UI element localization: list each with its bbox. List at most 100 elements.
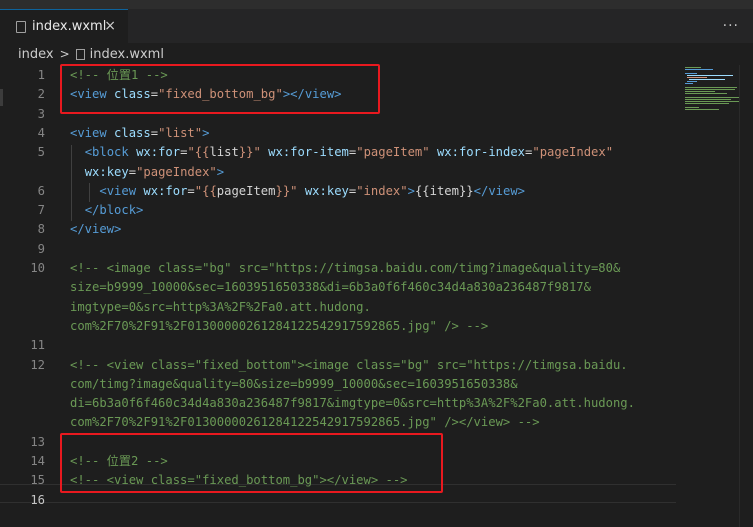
code-text: <view wx:for="{{pageItem}}" wx:key="inde… — [70, 182, 525, 201]
breadcrumb-folder[interactable]: index — [18, 47, 54, 62]
code-token: <!-- <view class="fixed_bottom"><image c… — [70, 357, 628, 372]
tab-label: index.wxml — [32, 19, 107, 34]
line-number — [0, 413, 45, 432]
line-number: 4 — [37, 125, 45, 140]
code-text: <view class="list"> — [70, 124, 209, 143]
line-number: 10 — [30, 261, 45, 275]
code-token: pageItem — [216, 183, 276, 198]
tab-index-wxml[interactable]: index.wxml × — [0, 9, 128, 43]
line-number: 14 — [30, 454, 45, 468]
code-token: "pageIndex" — [532, 145, 614, 160]
code-token: wx:key — [304, 183, 349, 198]
code-line[interactable]: 16 — [0, 491, 676, 510]
code-line[interactable]: imgtype=0&src=http%3A%2F%2Fa0.att.hudong… — [0, 298, 676, 317]
code-token: </view> — [70, 222, 122, 237]
code-token: = — [128, 164, 137, 179]
code-line[interactable]: 8 </view> — [0, 220, 676, 239]
code-token: wx:for-item — [268, 145, 349, 160]
code-token: }}" — [238, 145, 261, 160]
line-number: 6 — [37, 183, 45, 198]
code-line[interactable]: wx:key="pageIndex"> — [0, 163, 676, 182]
file-icon — [75, 48, 85, 60]
line-number — [0, 317, 45, 336]
code-token: wx:for — [136, 145, 181, 160]
line-number: 16 — [30, 492, 45, 507]
line-number: 7 — [37, 203, 45, 218]
code-line[interactable]: 9 — [0, 240, 676, 259]
more-actions-icon[interactable]: ··· — [723, 18, 739, 34]
close-icon[interactable]: × — [104, 18, 116, 34]
code-text: <!-- <image class="bg" src="https://timg… — [70, 259, 620, 278]
line-number: 15 — [30, 473, 45, 488]
code-token: imgtype=0&src=http%3A%2F%2Fa0.att.hudong… — [70, 299, 371, 314]
code-line[interactable]: 4 <view class="list"> — [0, 124, 676, 143]
line-number: 2 — [37, 87, 45, 102]
window-top-strip — [0, 0, 753, 9]
code-text: </block> — [70, 201, 144, 220]
code-token: </view> — [473, 183, 526, 198]
code-line[interactable]: 10 <!-- <image class="bg" src="https://ti… — [0, 259, 676, 278]
code-text: wx:key="pageIndex"> — [70, 163, 224, 182]
code-token: <!-- <image class="bg" src="https://timg… — [70, 261, 621, 275]
code-token: {{item}} — [414, 183, 474, 198]
line-number — [0, 163, 45, 182]
code-line[interactable]: 6 <view wx:for="{{pageItem}}" wx:key="in… — [0, 182, 676, 201]
code-line[interactable]: 11 — [0, 336, 676, 355]
code-text: di=6b3a0f6f460c34d4a830a236487f9817&imgt… — [70, 394, 635, 413]
code-line[interactable]: 7 </block> — [0, 201, 676, 220]
line-number: 13 — [30, 434, 45, 449]
tab-bar: index.wxml × ··· — [0, 9, 753, 43]
code-token: "index" — [356, 183, 408, 198]
code-line[interactable]: size=b9999_10000&sec=1603951650338&di=6b… — [0, 278, 676, 297]
code-token: wx:key — [84, 164, 129, 179]
line-number — [0, 375, 45, 394]
minimap[interactable] — [679, 65, 739, 125]
breadcrumb-file[interactable]: index.wxml — [90, 47, 164, 62]
indent-guide — [71, 145, 72, 221]
vertical-scrollbar[interactable] — [739, 65, 753, 527]
code-token: "pageIndex" — [136, 164, 217, 179]
code-token: > — [202, 125, 210, 140]
code-text: <!-- <view class="fixed_bottom"><image c… — [70, 356, 628, 375]
code-token: di=6b3a0f6f460c34d4a830a236487f9817&imgt… — [70, 396, 635, 411]
chevron-right-icon: > — [59, 47, 70, 61]
line-number: 9 — [37, 241, 45, 256]
line-number: 3 — [37, 106, 45, 121]
code-line[interactable]: 12 <!-- <view class="fixed_bottom"><image… — [0, 356, 676, 375]
code-line[interactable]: di=6b3a0f6f460c34d4a830a236487f9817&imgt… — [0, 394, 676, 413]
code-token: class — [114, 125, 151, 140]
code-token: com%2F70%2F91%2F013000002612841225429175… — [70, 415, 540, 430]
code-editor[interactable]: 1 <!-- 位置1 --> 2 <view class="fixed_bottom_… — [0, 64, 753, 527]
line-number: 12 — [30, 357, 45, 372]
code-token: wx:for — [143, 183, 188, 198]
highlight-box-2 — [60, 433, 443, 493]
code-line[interactable]: com%2F70%2F91%2F013000002612841225429175… — [0, 413, 676, 432]
code-line[interactable]: com/timg?image&quality=80&size=b9999_100… — [0, 375, 676, 394]
code-token: <block — [84, 145, 129, 160]
code-text: </view> — [70, 220, 121, 239]
code-token: "{{ — [194, 183, 217, 198]
code-text: com/timg?image&quality=80&size=b9999_100… — [70, 375, 518, 394]
line-number — [0, 394, 45, 413]
code-token: </block> — [84, 203, 144, 218]
code-token: > — [407, 183, 415, 198]
line-number: 8 — [37, 222, 45, 237]
code-token: com/timg?image&quality=80&size=b9999_100… — [70, 376, 518, 391]
code-token: list — [209, 145, 239, 160]
code-text: imgtype=0&src=http%3A%2F%2Fa0.att.hudong… — [70, 298, 371, 317]
line-number — [0, 278, 45, 297]
code-line[interactable]: 5 <block wx:for="{{list}}" wx:for-item="… — [0, 143, 676, 162]
code-token: "pageItem" — [356, 145, 430, 160]
code-line[interactable]: com%2F70%2F91%2F013000002612841225429175… — [0, 317, 676, 336]
line-number — [0, 298, 45, 317]
code-token: <view — [99, 183, 137, 198]
code-text: com%2F70%2F91%2F013000002612841225429175… — [70, 317, 488, 336]
code-token: = — [187, 183, 195, 198]
code-text: <block wx:for="{{list}}" wx:for-item="pa… — [70, 143, 613, 162]
